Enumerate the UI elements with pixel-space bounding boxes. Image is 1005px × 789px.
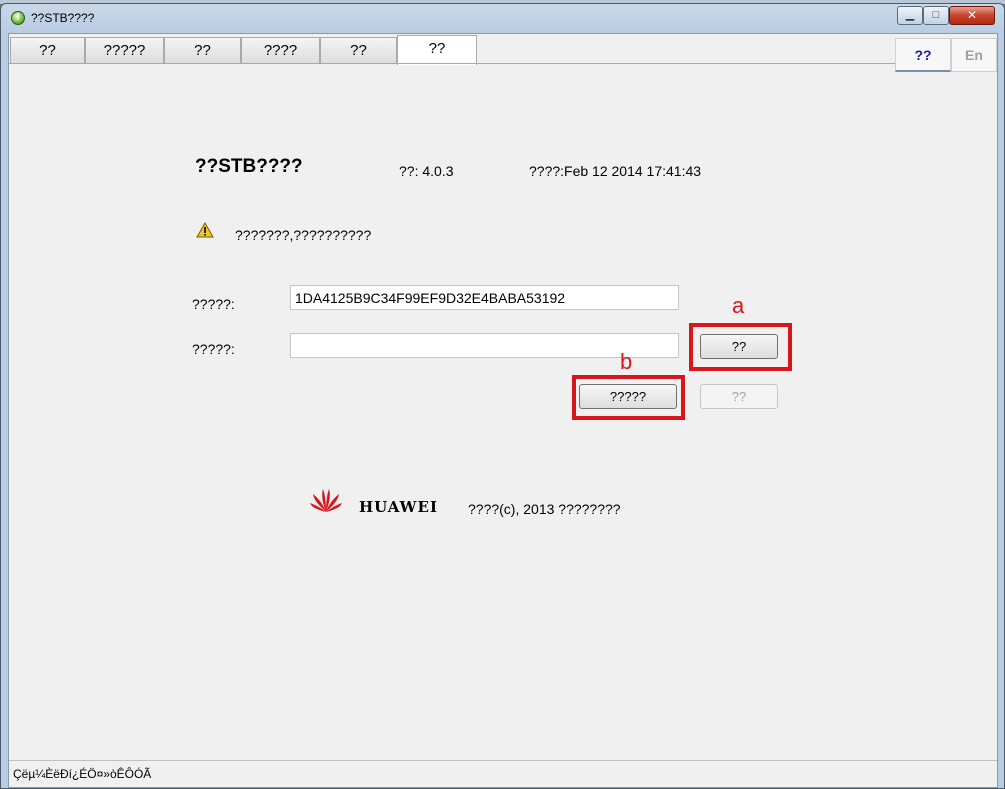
tab-bar: ?? ????? ?? ???? ?? ??	[9, 34, 997, 65]
machine-code-field[interactable]	[290, 285, 679, 310]
title-bar[interactable]: ! ??STB???? ▁ □ ✕	[1, 4, 1004, 31]
language-zh-button[interactable]: ??	[895, 38, 951, 72]
huawei-logo-icon	[310, 489, 342, 512]
status-text: Çëµ¼ÈëÐí¿ÉÖ¤»òÊÔÓÃ	[13, 767, 152, 781]
copyright-text: ????(c), 2013 ????????	[468, 501, 621, 517]
tab-4[interactable]: ????	[241, 37, 320, 64]
warning-text: ???????,??????????	[235, 227, 372, 243]
build-date-text: ????:Feb 12 2014 17:41:43	[529, 163, 702, 179]
annotation-box-b	[572, 375, 685, 420]
field-2-label: ?????:	[192, 341, 235, 357]
warning-triangle-icon	[196, 222, 214, 238]
minimize-button[interactable]: ▁	[897, 6, 923, 25]
field-1-label: ?????:	[192, 296, 235, 312]
tab-1[interactable]: ??	[10, 37, 85, 64]
window-title: ??STB????	[31, 11, 95, 25]
close-button[interactable]: ✕	[949, 6, 995, 25]
status-bar: Çëµ¼ÈëÐí¿ÉÖ¤»òÊÔÓÃ	[9, 760, 997, 787]
annotation-label-a: a	[732, 293, 745, 318]
maximize-button[interactable]: □	[923, 6, 949, 25]
app-icon: !	[11, 11, 25, 25]
tab-3[interactable]: ??	[164, 37, 241, 64]
app-window: ! ??STB???? ▁ □ ✕ ?? ????? ?? ???? ?? ??…	[0, 3, 1005, 789]
tab-about[interactable]: ??	[397, 35, 477, 65]
product-title: ??STB????	[195, 156, 303, 177]
annotation-box-a	[689, 323, 792, 371]
disabled-button: ??	[700, 384, 778, 409]
tab-5[interactable]: ??	[320, 37, 397, 64]
version-text: ??: 4.0.3	[399, 163, 454, 179]
annotation-label-b: b	[620, 349, 633, 374]
language-en-button[interactable]: En	[951, 38, 997, 72]
tab-2[interactable]: ?????	[85, 37, 164, 64]
client-area: ?? ????? ?? ???? ?? ?? ?? En ??STB???? ?…	[8, 33, 998, 788]
brand-name: HUAWEI	[359, 498, 438, 516]
tab-divider	[9, 63, 895, 64]
